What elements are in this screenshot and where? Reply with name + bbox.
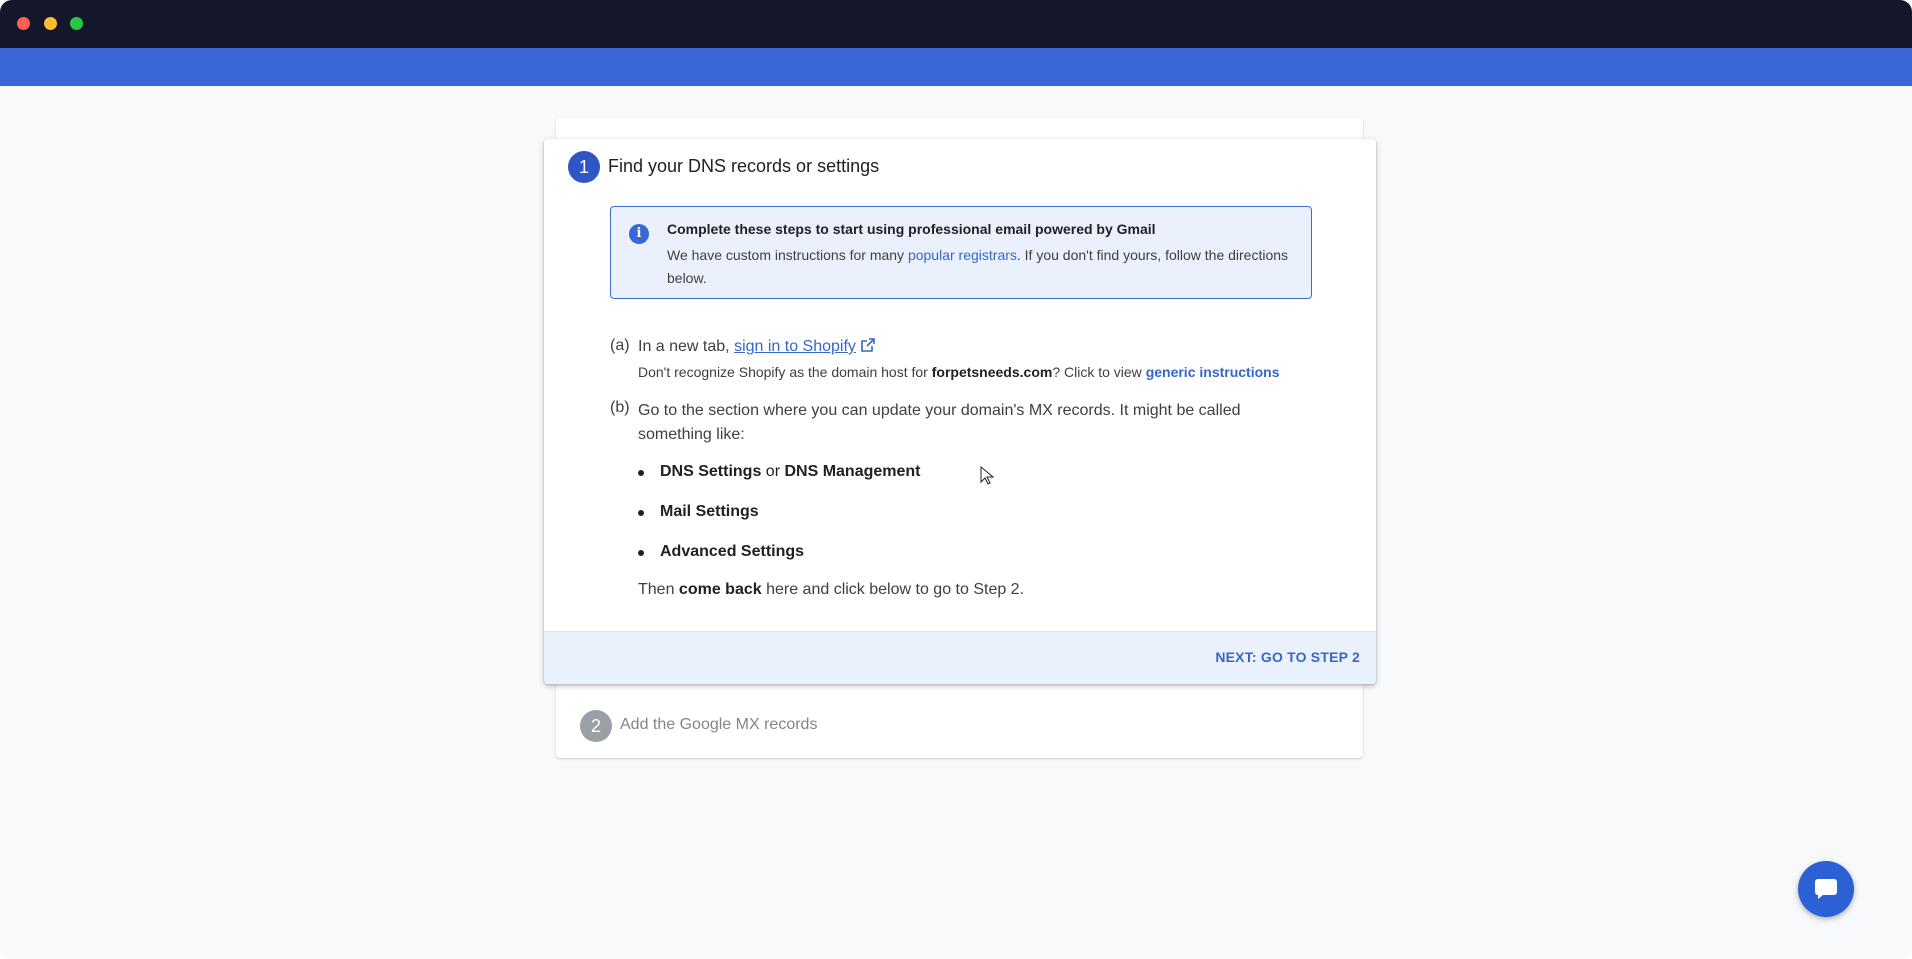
chat-bubble-icon (1815, 879, 1837, 899)
minimize-window-button[interactable] (44, 17, 57, 30)
sign-in-shopify-link[interactable]: sign in to Shopify (734, 338, 856, 355)
popular-registrars-link[interactable]: popular registrars (908, 247, 1017, 263)
substep-b: Go to the section where you can update y… (638, 399, 1278, 447)
step1-footer: NEXT: GO TO STEP 2 (544, 631, 1376, 684)
info-banner-body: We have custom instructions for many pop… (667, 244, 1297, 290)
app-window: 1 Find your DNS records or settings i Co… (0, 0, 1912, 959)
bullet-dot (638, 550, 644, 556)
come-back-instruction: Then come back here and click below to g… (638, 581, 1024, 599)
substep-b-label: (b) (610, 399, 630, 416)
substep-b-text: Go to the section where you can update y… (638, 402, 1241, 443)
info-body-text-before: We have custom instructions for many (667, 247, 908, 263)
mouse-pointer (980, 466, 994, 485)
substep-a: In a new tab, sign in to Shopify Don't r… (638, 337, 1280, 380)
step2-title[interactable]: Add the Google MX records (620, 716, 817, 734)
list-item: Mail Settings (638, 503, 921, 543)
info-icon: i (629, 224, 649, 244)
substep-a-label: (a) (610, 337, 630, 354)
maximize-window-button[interactable] (70, 17, 83, 30)
then-bold: come back (678, 581, 762, 598)
domain-note-mid: ? Click to view (1052, 364, 1146, 380)
chat-button[interactable] (1798, 861, 1854, 917)
generic-instructions-link[interactable]: generic instructions (1146, 364, 1280, 380)
step2-number-badge: 2 (580, 710, 612, 742)
then-after: here and click below to go to Step 2. (761, 581, 1025, 598)
bullet-dot (638, 510, 644, 516)
bullet-bold-1: Mail Settings (660, 503, 759, 520)
dns-section-names-list: DNS Settings or DNS Management Mail Sett… (638, 463, 921, 583)
domain-note-before: Don't recognize Shopify as the domain ho… (638, 364, 932, 380)
close-window-button[interactable] (17, 17, 30, 30)
next-step-button[interactable]: NEXT: GO TO STEP 2 (1215, 649, 1360, 665)
then-before: Then (638, 581, 679, 598)
info-banner: i Complete these steps to start using pr… (610, 206, 1312, 299)
window-titlebar (0, 0, 1912, 48)
step1-number-badge: 1 (568, 151, 600, 183)
step1-panel: 1 Find your DNS records or settings i Co… (544, 139, 1376, 684)
substep-a-line: In a new tab, sign in to Shopify (638, 337, 1280, 358)
substep-a-prefix: In a new tab, (638, 338, 735, 355)
domain-name: forpetsneeds.com (931, 364, 1053, 380)
app-header-bar (0, 48, 1912, 86)
bullet-bold-2: DNS Management (784, 463, 921, 480)
step1-title: Find your DNS records or settings (608, 156, 880, 176)
info-banner-heading: Complete these steps to start using prof… (667, 221, 1156, 237)
bullet-joiner: or (761, 463, 785, 480)
bullet-dot (638, 470, 644, 476)
list-item: Advanced Settings (638, 543, 921, 583)
bullet-bold-1: Advanced Settings (660, 543, 805, 560)
domain-host-note: Don't recognize Shopify as the domain ho… (638, 364, 1280, 380)
bullet-bold-1: DNS Settings (660, 463, 762, 480)
list-item: DNS Settings or DNS Management (638, 463, 921, 503)
external-link-icon[interactable] (860, 337, 876, 358)
